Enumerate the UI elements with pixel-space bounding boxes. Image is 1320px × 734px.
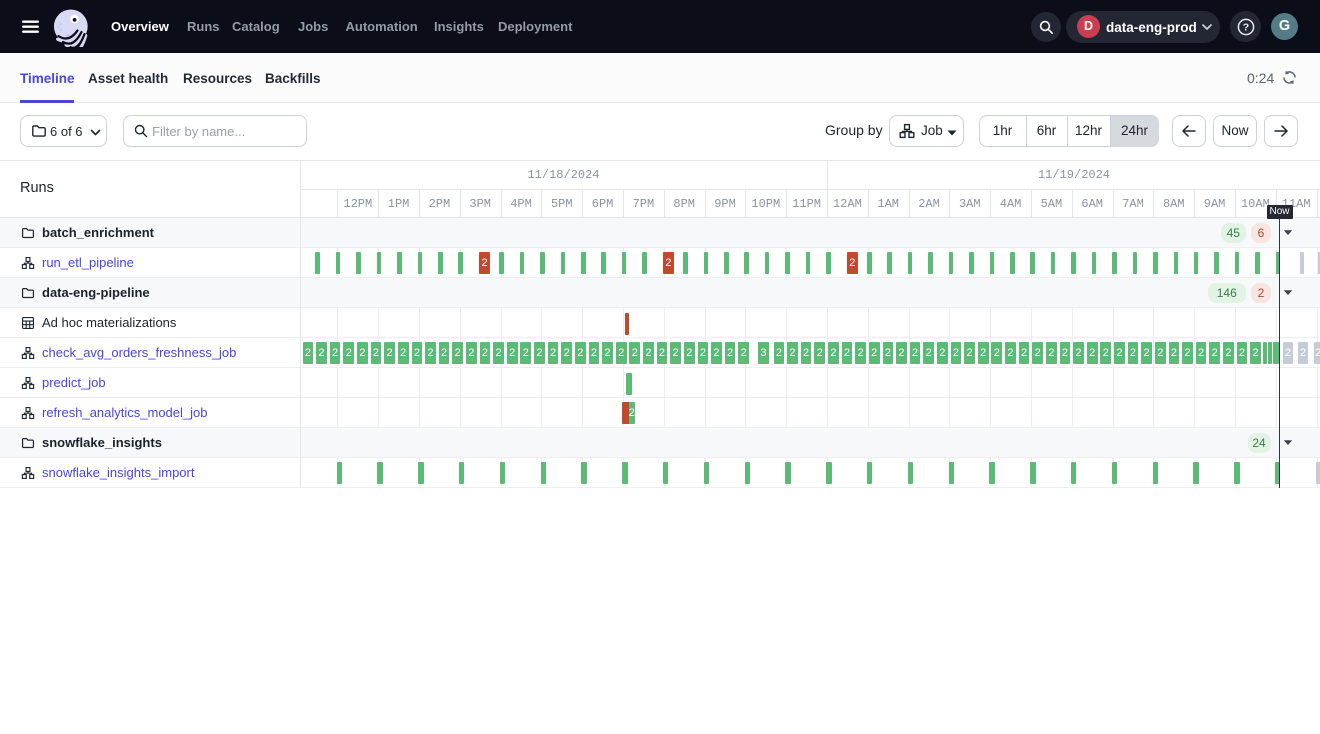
svg-text:?: ? [1242, 21, 1248, 33]
